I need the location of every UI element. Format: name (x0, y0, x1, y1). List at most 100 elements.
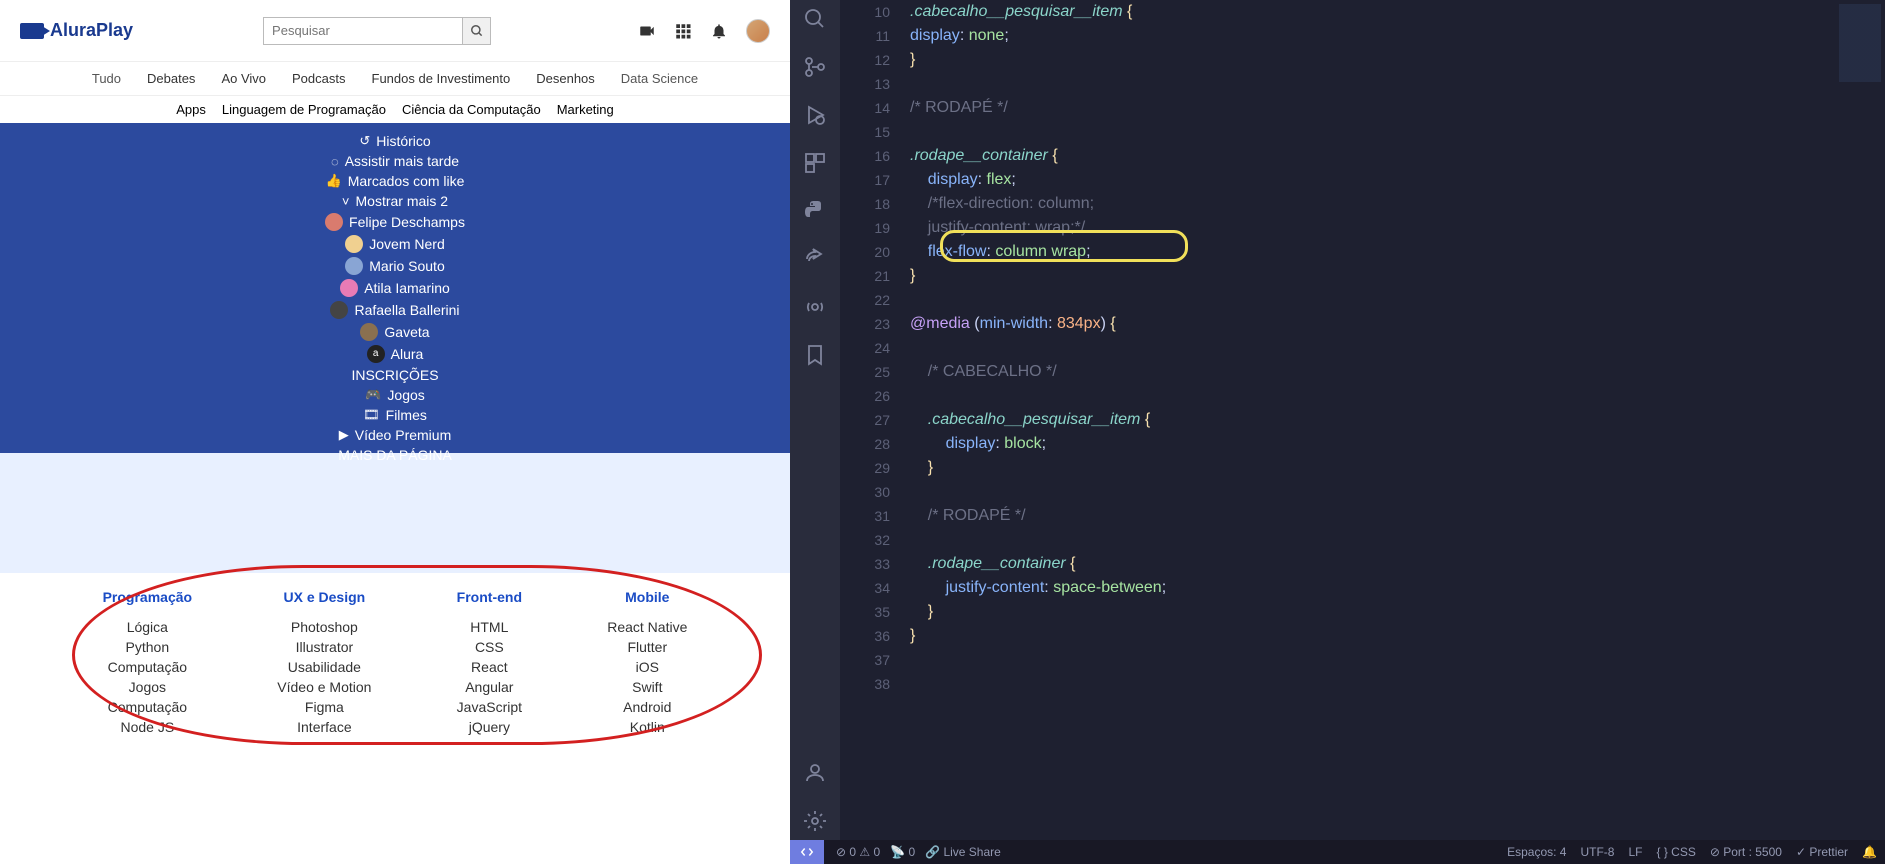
footer-link[interactable]: Angular (457, 677, 522, 697)
sidebar-jogos[interactable]: 🎮Jogos (0, 385, 790, 405)
status-encoding[interactable]: UTF-8 (1580, 845, 1614, 859)
footer-link[interactable]: Computação (103, 697, 192, 717)
live-share[interactable]: 🔗 Live Share (925, 845, 1001, 859)
footer-link[interactable]: jQuery (457, 717, 522, 737)
extensions-icon[interactable] (802, 150, 828, 176)
logo[interactable]: AluraPlay (20, 20, 133, 41)
sidebar-premium[interactable]: ▶Vídeo Premium (0, 425, 790, 445)
apps-grid-icon[interactable] (674, 22, 692, 40)
search-activity-icon[interactable] (802, 6, 828, 32)
sidebar-historico[interactable]: ↺Histórico (0, 131, 790, 151)
chip[interactable]: Ciência da Computação (402, 102, 541, 117)
bookmark-icon[interactable] (802, 342, 828, 368)
footer-link[interactable]: Node JS (103, 717, 192, 737)
footer-link[interactable]: Usabilidade (277, 657, 371, 677)
footer-link[interactable]: CSS (457, 637, 522, 657)
live-icon[interactable] (802, 294, 828, 320)
footer-column: ProgramaçãoLógicaPythonComputaçãoJogosCo… (103, 589, 192, 737)
run-debug-icon[interactable] (802, 102, 828, 128)
status-prettier[interactable]: ✓ Prettier (1796, 845, 1848, 859)
channel-avatar (330, 301, 348, 319)
channel-item[interactable]: Atila Iamarino (0, 277, 790, 299)
footer: ProgramaçãoLógicaPythonComputaçãoJogosCo… (0, 573, 790, 757)
channel-item[interactable]: Rafaella Ballerini (0, 299, 790, 321)
footer-link[interactable]: React (457, 657, 522, 677)
footer-link[interactable]: Flutter (607, 637, 687, 657)
vscode-pane: 1011121314151617181920212223242526272829… (790, 0, 1885, 864)
sidebar-filmes[interactable]: 🎞Filmes (0, 405, 790, 425)
channel-item[interactable]: Felipe Deschamps (0, 211, 790, 233)
footer-link[interactable]: iOS (607, 657, 687, 677)
status-lang[interactable]: { } CSS (1656, 845, 1695, 859)
user-avatar[interactable] (746, 19, 770, 43)
status-spaces[interactable]: Espaços: 4 (1507, 845, 1566, 859)
clock-icon: ◌ (331, 154, 339, 169)
footer-column: Front-end HTMLCSSReactAngularJavaScriptjQ… (457, 589, 522, 737)
channel-item[interactable]: Jovem Nerd (0, 233, 790, 255)
chip[interactable]: Linguagem de Programação (222, 102, 386, 117)
chip-row-2: Apps Linguagem de Programação Ciência da… (0, 96, 790, 123)
search-input[interactable] (263, 17, 463, 45)
status-lf[interactable]: LF (1628, 845, 1642, 859)
footer-column-title: Front-end (457, 589, 522, 605)
bell-icon[interactable] (710, 22, 728, 40)
gear-icon[interactable] (802, 808, 828, 834)
channel-item[interactable]: aAlura (0, 343, 790, 365)
chip[interactable]: Podcasts (282, 68, 355, 89)
video-icon: ▶ (339, 427, 349, 443)
footer-link[interactable]: Kotlin (607, 717, 687, 737)
channel-item[interactable]: Gaveta (0, 321, 790, 343)
errors-count[interactable]: ⊘ 0 ⚠ 0 (836, 845, 880, 859)
content-spacer (0, 453, 790, 573)
status-port[interactable]: ⊘ Port : 5500 (1710, 845, 1782, 859)
browser-header: AluraPlay (0, 0, 790, 62)
python-icon[interactable] (802, 198, 828, 224)
gamepad-icon: 🎮 (365, 387, 381, 403)
chip[interactable]: Data Science (611, 68, 708, 89)
channel-avatar (345, 235, 363, 253)
source-control-icon[interactable] (802, 54, 828, 80)
chip[interactable]: Debates (137, 68, 205, 89)
sidebar-assistir[interactable]: ◌Assistir mais tarde (0, 151, 790, 171)
footer-link[interactable]: Photoshop (277, 617, 371, 637)
footer-link[interactable]: Python (103, 637, 192, 657)
camera-plus-icon[interactable] (638, 22, 656, 40)
footer-link[interactable]: Interface (277, 717, 371, 737)
chip[interactable]: Marketing (557, 102, 614, 117)
footer-link[interactable]: React Native (607, 617, 687, 637)
radio-icon[interactable]: 📡 0 (890, 845, 915, 859)
footer-column-title: UX e Design (277, 589, 371, 605)
footer-link[interactable]: Jogos (103, 677, 192, 697)
footer-link[interactable]: Computação (103, 657, 192, 677)
logo-icon (20, 23, 44, 39)
chip[interactable]: Ao Vivo (211, 68, 276, 89)
status-bell-icon[interactable]: 🔔 (1862, 845, 1877, 859)
search-button[interactable] (463, 17, 491, 45)
code-content[interactable]: .cabecalho__pesquisar__item {display: no… (910, 0, 1845, 696)
footer-link[interactable]: Android (607, 697, 687, 717)
footer-link[interactable]: JavaScript (457, 697, 522, 717)
account-icon[interactable] (802, 760, 828, 786)
sidebar-mostrar-mais[interactable]: ˅Mostrar mais 2 (0, 191, 790, 211)
sidebar-marcados[interactable]: 👍Marcados com like (0, 171, 790, 191)
chip[interactable]: Fundos de Investimento (362, 68, 521, 89)
search-icon (470, 24, 484, 38)
chip[interactable]: Apps (176, 102, 206, 117)
footer-link[interactable]: Illustrator (277, 637, 371, 657)
footer-link[interactable]: Lógica (103, 617, 192, 637)
code-editor[interactable]: 1011121314151617181920212223242526272829… (840, 0, 1885, 864)
channel-avatar (345, 257, 363, 275)
sidebar-panel: ↺Histórico ◌Assistir mais tarde 👍Marcado… (0, 123, 790, 453)
minimap[interactable] (1839, 4, 1881, 134)
footer-link[interactable]: Figma (277, 697, 371, 717)
footer-link[interactable]: Vídeo e Motion (277, 677, 371, 697)
remote-button[interactable] (790, 840, 824, 864)
channel-avatar (325, 213, 343, 231)
chip[interactable]: Desenhos (526, 68, 605, 89)
chip[interactable]: Tudo (82, 68, 131, 89)
footer-link[interactable]: Swift (607, 677, 687, 697)
share-arrow-icon[interactable] (802, 246, 828, 272)
line-gutter: 1011121314151617181920212223242526272829… (850, 0, 890, 696)
channel-item[interactable]: Mario Souto (0, 255, 790, 277)
footer-link[interactable]: HTML (457, 617, 522, 637)
